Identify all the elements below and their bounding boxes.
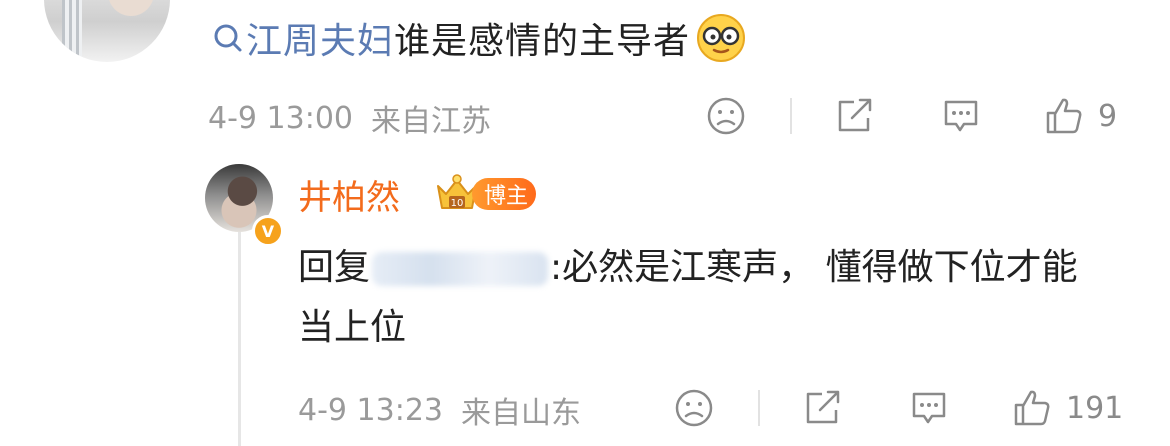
reply-time: 4-9 13:23 xyxy=(298,392,443,428)
reply-button[interactable] xyxy=(940,96,982,136)
comment-time: 4-9 13:00 xyxy=(208,100,353,136)
share-icon xyxy=(838,98,872,132)
verified-badge-icon: V xyxy=(252,215,284,247)
topic-link[interactable]: 江周夫妇 xyxy=(212,12,394,64)
share-icon xyxy=(806,390,840,424)
reply-dislike-button[interactable] xyxy=(674,388,714,428)
thumbs-up-icon xyxy=(1046,98,1082,134)
commenter-avatar[interactable] xyxy=(44,0,170,62)
sad-face-icon xyxy=(707,97,745,135)
face-with-glasses-emoji-icon xyxy=(697,14,746,62)
reply-share-button[interactable] xyxy=(802,388,844,428)
reply-like-count: 191 xyxy=(1066,390,1124,426)
comment-bubble-icon xyxy=(944,100,978,132)
dislike-button[interactable] xyxy=(706,96,746,136)
comment-text: 江周夫妇 谁是感情的主导者 xyxy=(212,12,746,64)
divider xyxy=(790,98,792,134)
reply-comment-button[interactable] xyxy=(908,388,950,428)
blogger-tag: 博主 xyxy=(472,178,537,210)
thread-line xyxy=(238,228,241,446)
reply-meta: 4-9 13:23 来自山东 xyxy=(298,388,581,432)
svg-text:10: 10 xyxy=(451,198,464,209)
like-count: 9 xyxy=(1098,98,1118,134)
reply-text: 回复:必然是江寒声， 懂得做下位才能当上位 xyxy=(298,238,1098,358)
thumbs-up-icon xyxy=(1014,390,1050,426)
sad-face-icon xyxy=(675,389,713,427)
search-icon xyxy=(214,24,242,52)
blogger-badge: 10 博主 xyxy=(432,172,537,216)
comment-location: 来自江苏 xyxy=(371,104,491,139)
reply-location: 来自山东 xyxy=(461,396,581,431)
comment-meta: 4-9 13:00 来自江苏 xyxy=(208,96,491,140)
share-button[interactable] xyxy=(834,96,876,136)
blurred-mention xyxy=(372,252,549,286)
reply-like-button[interactable]: 191 xyxy=(1012,388,1123,428)
reply-username[interactable]: 井柏然 xyxy=(298,170,400,219)
reply-prefix: 回复 xyxy=(298,247,371,288)
comment-bubble-icon xyxy=(912,392,946,424)
comment-body: 谁是感情的主导者 xyxy=(394,21,691,62)
like-button[interactable]: 9 xyxy=(1044,96,1117,136)
topic-hashtag[interactable]: 江周夫妇 xyxy=(246,12,394,64)
divider xyxy=(758,390,760,426)
